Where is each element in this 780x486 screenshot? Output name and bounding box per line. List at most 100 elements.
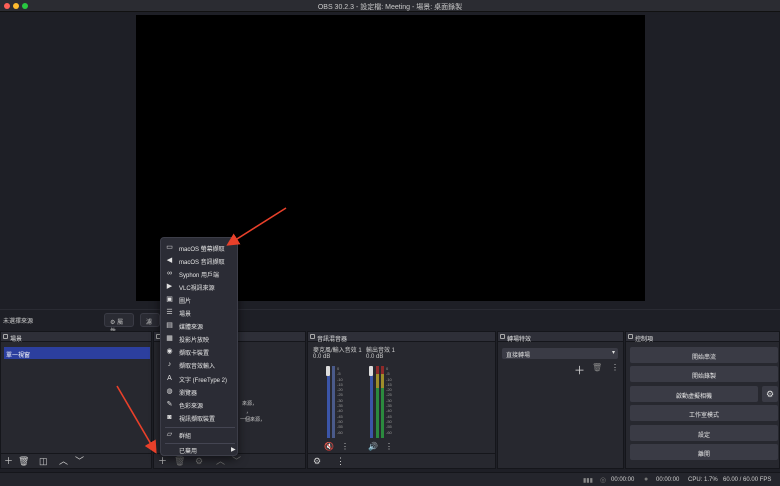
- menu-item-group[interactable]: ▱ 群組: [161, 428, 237, 441]
- status-bar: ▮▮▮ ◎ 00:00:00 ● 00:00:00 CPU: 1.7% 60.0…: [0, 472, 780, 486]
- start-virtual-camera-button[interactable]: 啟動虛擬相機: [630, 386, 758, 402]
- exit-button[interactable]: 離開: [630, 444, 778, 460]
- volume-slider-handle[interactable]: [369, 366, 373, 376]
- filters-label: 濾: [146, 320, 153, 326]
- studio-mode-button[interactable]: 工作室模式: [630, 405, 778, 421]
- transition-select[interactable]: 直接轉場 ▾: [502, 348, 618, 359]
- link-icon: ∞: [167, 270, 172, 277]
- controls-dock: 控制項 開始串流 開始錄製 啟動虛擬相機 ⚙ 工作室模式 設定 離開: [625, 331, 780, 469]
- mixer-title: 音訊混音器: [317, 337, 348, 343]
- add-source-context-menu: ▭ macOS 螢幕擷取 ◀ macOS 音訊擷取 ∞ Syphon 用戶端 ▶ VLC…: [160, 237, 238, 456]
- streaming-status-icon: ◎: [600, 477, 607, 484]
- menu-item-image[interactable]: ▣ 圖片: [161, 293, 237, 306]
- scene-item[interactable]: 單一視窗: [4, 347, 150, 359]
- start-streaming-button[interactable]: 開始串流: [630, 347, 778, 363]
- volume-meter-mid: [376, 374, 379, 388]
- scenes-toolbar: ＋ 🗑 ◫ ︿ ﹀: [1, 453, 151, 468]
- volume-meter: [370, 376, 373, 438]
- transition-menu-icon[interactable]: ⋮: [611, 363, 619, 372]
- image-icon: ▣: [166, 296, 173, 303]
- monitor-icon: ▭: [166, 244, 173, 251]
- trash-icon[interactable]: 🗑: [174, 456, 185, 466]
- dock-icon: [500, 334, 505, 339]
- no-source-label: 未選擇來源: [3, 319, 34, 325]
- scenes-dock: 場景 單一視窗 ＋ 🗑 ◫ ︿ ﹀: [0, 331, 152, 469]
- volume-meter-peak: [381, 366, 384, 374]
- menu-item-capture-card[interactable]: ◉ 擷取卡裝置: [161, 345, 237, 358]
- meter-scale: 0 -5 -10 -15 -20 -25 -30 -35 -40 -45 -50 -55 -60: [337, 366, 343, 435]
- menu-item-deprecated[interactable]: 已棄用 ▶: [161, 443, 237, 456]
- properties-bar: 未選擇來源 ⚙ 屬性 濾: [0, 309, 780, 335]
- menu-item-video-capture[interactable]: ◙ 視訊擷取裝置: [161, 411, 237, 424]
- scenes-header: 場景: [1, 332, 151, 343]
- menu-item-media-source[interactable]: ▤ 媒體來源: [161, 319, 237, 332]
- scene-filters-icon[interactable]: ◫: [39, 456, 48, 466]
- settings-button[interactable]: 設定: [630, 425, 778, 441]
- chevron-down-icon: ▾: [611, 350, 615, 356]
- menu-item-macos-audio-capture[interactable]: ◀ macOS 音訊擷取: [161, 254, 237, 267]
- webcam-icon: ◙: [167, 414, 172, 421]
- properties-button[interactable]: ⚙ 屬性: [104, 313, 134, 335]
- volume-meter-peak: [376, 366, 379, 374]
- meter-scale: 0 -5 -10 -15 -20 -25 -30 -35 -40 -45 -50 -55 -60: [386, 366, 392, 435]
- speaker-icon[interactable]: 🔊: [368, 442, 378, 451]
- play-icon: ▶: [166, 283, 173, 290]
- add-transition-button[interactable]: ＋: [574, 362, 585, 378]
- filters-button[interactable]: 濾: [140, 313, 160, 327]
- camera-icon: ◉: [166, 348, 173, 355]
- transition-select-value: 直接轉場: [506, 353, 531, 359]
- menu-item-scene[interactable]: ☰ 場景: [161, 306, 237, 319]
- menu-item-macos-screen-capture[interactable]: ▭ macOS 螢幕擷取: [161, 241, 237, 254]
- trash-icon[interactable]: 🗑: [592, 363, 602, 372]
- menu-item-slideshow[interactable]: ▦ 投影片放映: [161, 332, 237, 345]
- start-recording-button[interactable]: 開始錄製: [630, 366, 778, 382]
- scenes-title: 場景: [10, 337, 23, 343]
- gear-icon: ⚙: [110, 320, 116, 326]
- mixer-channel-db: 0.0 dB: [313, 354, 331, 360]
- recording-status-icon: ●: [644, 476, 649, 483]
- title-bar: OBS 30.2.3 - 設定檔: Meeting - 場景: 桌面錄製: [0, 0, 780, 12]
- mixer-channel-db: 0.0 dB: [366, 354, 384, 360]
- fps-readout: 60.00 / 60.00 FPS: [723, 477, 772, 483]
- menu-item-color-source[interactable]: ✎ 色彩來源: [161, 398, 237, 411]
- folder-icon: ▱: [166, 431, 173, 438]
- channel-menu-icon[interactable]: ⋮: [341, 442, 349, 451]
- menu-item-vlc-source[interactable]: ▶ VLC視訊來源: [161, 280, 237, 293]
- move-down-icon[interactable]: ﹀: [75, 456, 84, 466]
- trash-icon[interactable]: 🗑: [18, 456, 29, 466]
- volume-meter: [327, 376, 330, 438]
- add-source-button[interactable]: ＋: [158, 456, 167, 466]
- mixer-channel-name: 輸出音效 1: [366, 348, 396, 354]
- menu-item-text-freetype[interactable]: A 文字 (FreeType 2): [161, 372, 237, 385]
- audio-mixer-dock: 音訊混音器 麥克風/輸入音效 1 0.0 dB 輸出音效 1 0.0 dB 0-…: [307, 331, 496, 469]
- menu-item-audio-input[interactable]: ♪ 擷取音效輸入: [161, 358, 237, 371]
- brush-icon: ✎: [166, 401, 173, 408]
- cpu-usage: CPU: 1.7%: [688, 477, 718, 483]
- volume-slider-handle[interactable]: [326, 366, 330, 376]
- channel-menu-icon[interactable]: ⋮: [385, 442, 393, 451]
- move-up-icon[interactable]: ︿: [59, 456, 68, 466]
- dock-icon: [310, 334, 315, 339]
- volume-meter-low: [376, 388, 379, 438]
- move-up-icon[interactable]: ︿: [216, 456, 225, 466]
- mixer-header: 音訊混音器: [308, 332, 495, 343]
- window-title: OBS 30.2.3 - 設定檔: Meeting - 場景: 桌面錄製: [317, 4, 463, 11]
- mute-speaker-icon[interactable]: 🔇: [324, 442, 334, 451]
- virtual-camera-gear-icon[interactable]: ⚙: [762, 386, 778, 402]
- menu-item-browser[interactable]: ◍ 瀏覽器: [161, 385, 237, 398]
- microphone-icon: ♪: [167, 361, 172, 368]
- add-scene-button[interactable]: ＋: [4, 456, 13, 466]
- gear-icon[interactable]: ⚙: [195, 456, 203, 466]
- text-icon: A: [167, 375, 172, 382]
- move-down-icon[interactable]: ﹀: [232, 456, 241, 466]
- menu-item-syphon-client[interactable]: ∞ Syphon 用戶端: [161, 267, 237, 280]
- sources-empty-hint: 來源， ， 一個來源，: [240, 401, 266, 423]
- dock-icon: [628, 334, 633, 339]
- advanced-audio-gear-icon[interactable]: ⚙: [313, 456, 321, 466]
- transitions-dock: 轉場特效 直接轉場 ▾ ＋ 🗑 ⋮: [497, 331, 624, 469]
- network-signal-icon: ▮▮▮: [583, 478, 593, 484]
- mixer-toolbar: ⚙ ⋮: [308, 453, 495, 468]
- speaker-icon: ◀: [166, 257, 173, 264]
- mixer-menu-icon[interactable]: ⋮: [336, 456, 345, 466]
- stream-time: 00:00:00: [611, 477, 635, 483]
